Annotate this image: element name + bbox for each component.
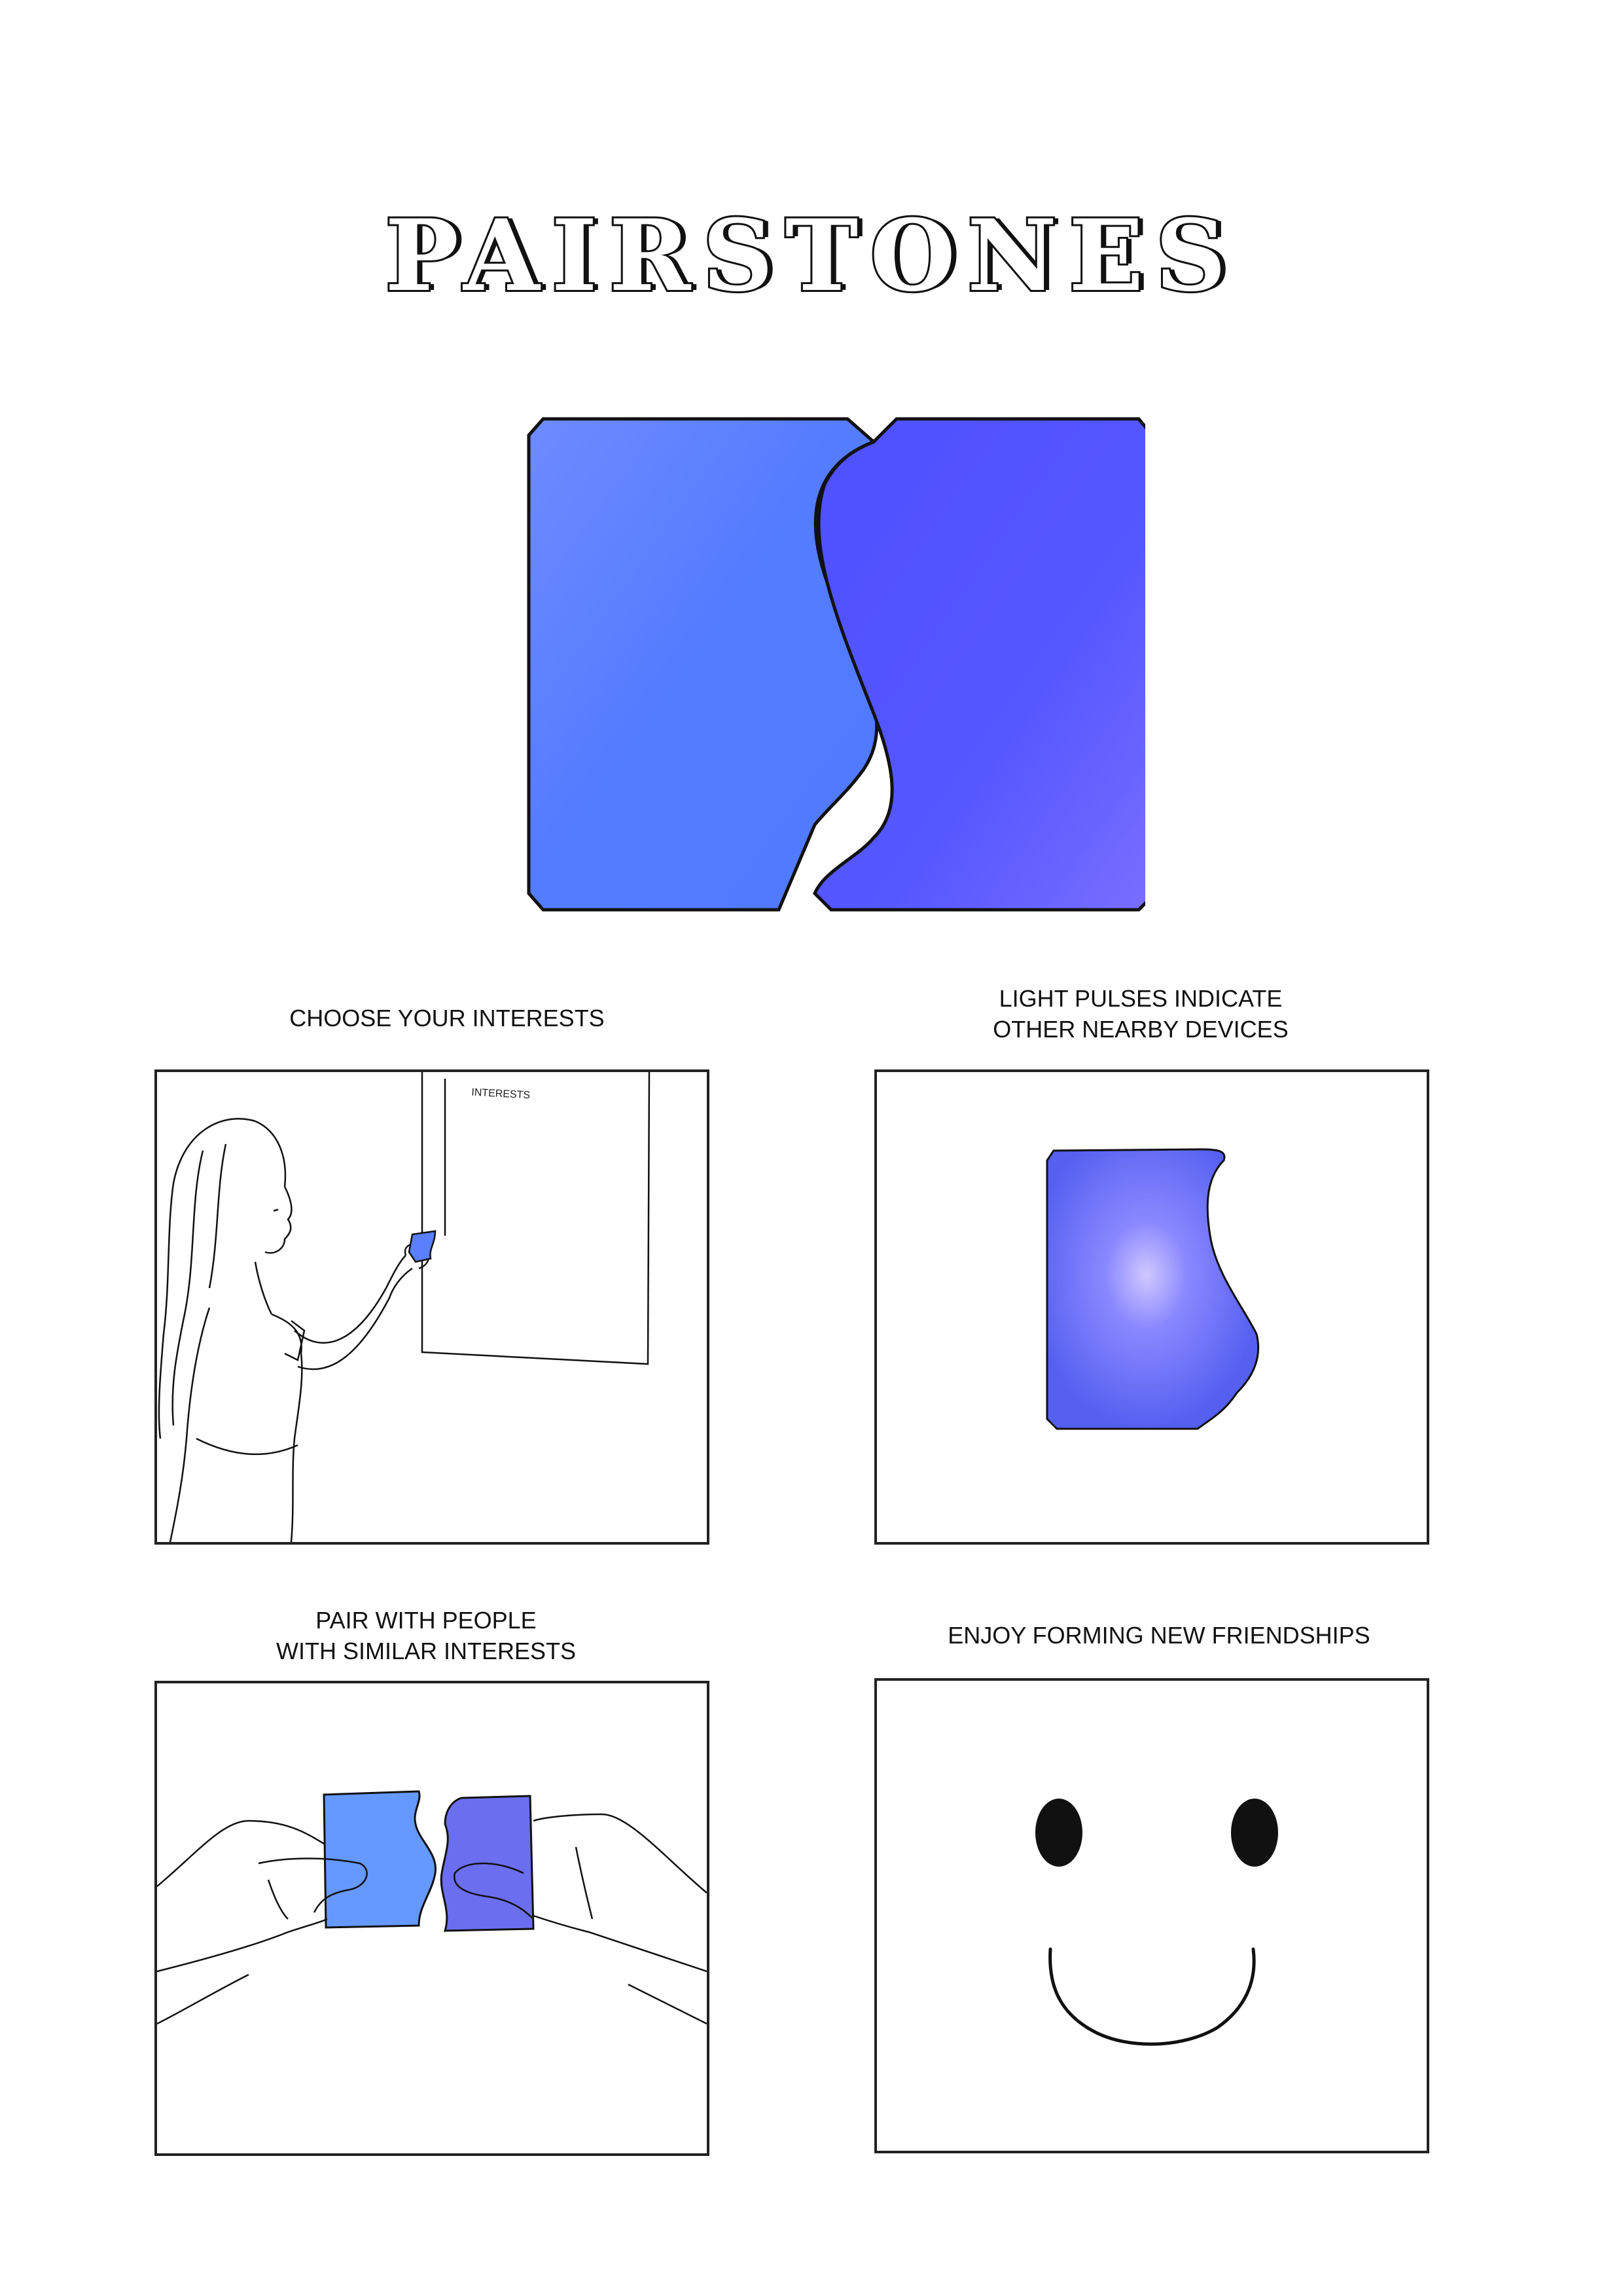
held-stone	[408, 1230, 437, 1263]
left-hand-stone	[323, 1790, 437, 1929]
pairing-hands-drawing	[157, 1790, 707, 2025]
caption-pair-with-people: PAIR WITH PEOPLE WITH SIMILAR INTERESTS	[276, 1607, 577, 1664]
right-eye	[1231, 1799, 1278, 1867]
right-stone	[813, 417, 1145, 912]
panel-pair-with-people	[154, 1681, 709, 2156]
caption-light-pulses: LIGHT PULSES INDICATE OTHER NEARBY DEVIC…	[993, 985, 1289, 1043]
panel-enjoy-friendships	[874, 1678, 1429, 2153]
pulsing-stone	[1046, 1148, 1260, 1430]
panel-light-pulses	[874, 1069, 1429, 1545]
interests-board-label: INTERESTS	[471, 1087, 531, 1102]
caption-enjoy-friendships: ENJOY FORMING NEW FRIENDSHIPS	[948, 1622, 1370, 1649]
pulsing-stone-drawing	[1046, 1148, 1260, 1430]
smiley-face-drawing	[1035, 1799, 1278, 2046]
panel-choose-interests: INTERESTS	[154, 1069, 709, 1545]
caption-choose-interests: CHOOSE YOUR INTERESTS	[289, 1005, 605, 1031]
girl-at-board-drawing: INTERESTS	[158, 1072, 651, 1542]
page-title: PAIRSTONES	[383, 198, 1238, 314]
pairstones-illustration	[527, 417, 1145, 912]
left-eye	[1035, 1799, 1082, 1867]
smile	[1048, 1947, 1256, 2046]
